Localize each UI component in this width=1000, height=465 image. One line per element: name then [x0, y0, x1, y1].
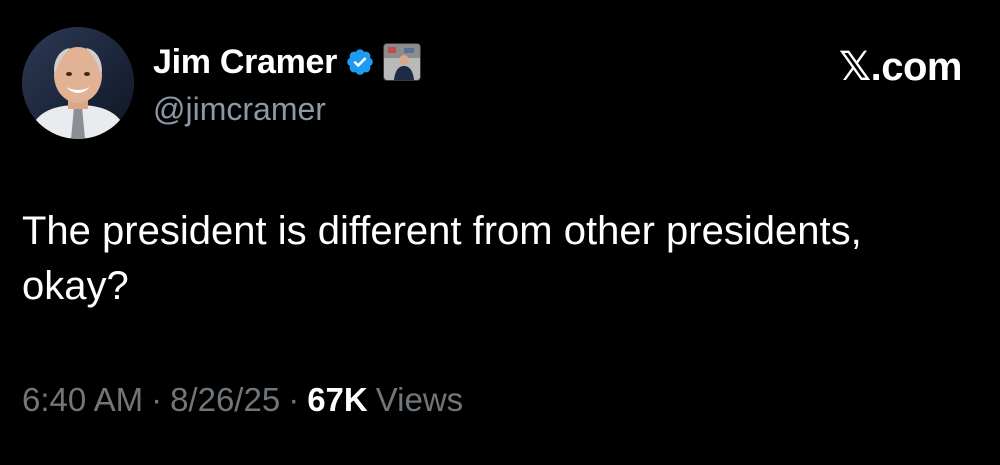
views-label: Views	[375, 381, 464, 418]
tweet-meta: 6:40 AM · 8/26/25 · 67K Views	[22, 381, 463, 419]
meta-separator: ·	[288, 381, 300, 418]
tweet-time[interactable]: 6:40 AM	[22, 381, 143, 419]
tweet-text: The president is different from other pr…	[22, 209, 862, 308]
author-display-name[interactable]: Jim Cramer	[153, 43, 337, 82]
views-count[interactable]: 67K	[307, 381, 368, 419]
author-handle[interactable]: @jimcramer	[153, 91, 326, 128]
tweet-card: Jim Cramer @jimcramer 𝕏.com The presiden…	[0, 0, 1000, 465]
tweet-date[interactable]: 8/26/25	[170, 381, 280, 419]
author-name-row: Jim Cramer	[153, 40, 422, 84]
profile-photo-icon	[22, 27, 134, 139]
meta-separator: ·	[151, 381, 163, 418]
verified-badge-icon[interactable]	[345, 47, 375, 77]
x-logo: 𝕏.com	[838, 45, 963, 89]
avatar[interactable]	[22, 27, 134, 139]
affiliate-badge-icon[interactable]	[383, 43, 422, 81]
